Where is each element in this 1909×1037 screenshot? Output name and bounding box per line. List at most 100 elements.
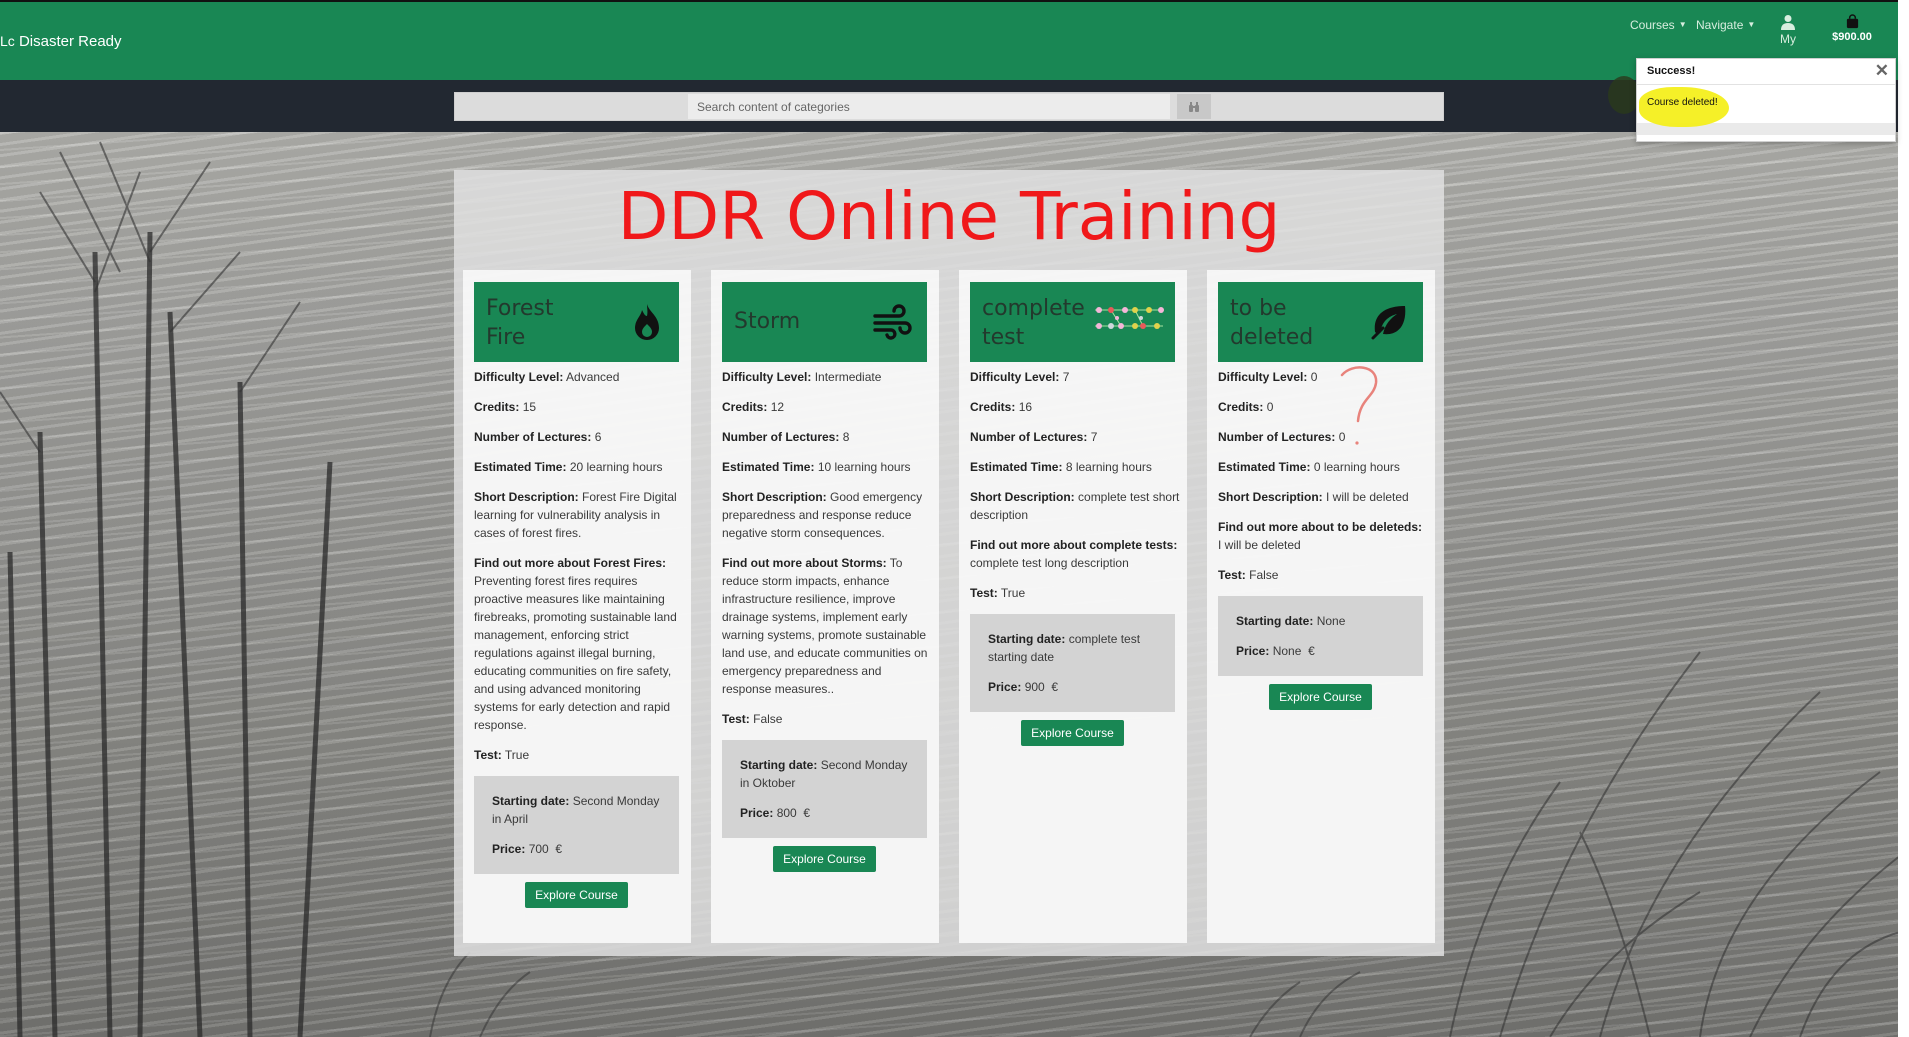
start-date-label: Starting date: <box>492 794 570 808</box>
course-title: to be deleted <box>1230 296 1314 350</box>
difficulty-row: Difficulty Level: 7 <box>970 368 1180 386</box>
nav-navigate-dropdown[interactable]: Navigate ▼ <box>1696 18 1755 32</box>
time-value: 8 learning hours <box>1065 460 1152 474</box>
more-description-label: Find out more about Storms: <box>722 556 887 570</box>
explore-course-button[interactable]: Explore Course <box>773 846 876 872</box>
course-card-body: Difficulty Level: 7 Credits: 16 Number o… <box>970 368 1180 746</box>
currency-symbol: € <box>803 806 811 820</box>
more-description: Find out more about Forest Fires: Preven… <box>474 554 684 734</box>
caret-down-icon: ▼ <box>1678 20 1687 29</box>
difficulty-label: Difficulty Level: <box>970 370 1060 384</box>
course-card: Forest Fire Difficulty Level: Advanced C… <box>463 270 691 943</box>
credits-value: 12 <box>770 400 785 414</box>
course-card-header: Storm <box>722 282 927 362</box>
test-row: Test: True <box>970 584 1180 602</box>
course-card: Storm Difficulty Level: Intermediate Cre… <box>711 270 939 943</box>
explore-course-button[interactable]: Explore Course <box>1269 684 1372 710</box>
price-label: Price: <box>1236 644 1270 658</box>
start-date-row: Starting date: complete test starting da… <box>988 630 1157 666</box>
start-date-row: Starting date: None <box>1236 612 1405 630</box>
test-row: Test: False <box>1218 566 1428 584</box>
course-title: Storm <box>734 309 801 334</box>
currency-symbol: € <box>1051 680 1059 694</box>
course-title: complete test <box>982 296 1085 350</box>
time-label: Estimated Time: <box>970 460 1063 474</box>
time-value: 0 learning hours <box>1313 460 1400 474</box>
test-value: False <box>753 712 783 726</box>
more-description-text: I will be deleted <box>1218 538 1301 552</box>
course-info-box: Starting date: None Price: None € <box>1218 596 1423 676</box>
search-input[interactable] <box>688 94 1170 119</box>
difficulty-label: Difficulty Level: <box>722 370 812 384</box>
course-info-box: Starting date: complete test starting da… <box>970 614 1175 712</box>
lectures-label: Number of Lectures: <box>474 430 592 444</box>
short-description: Short Description: Good emergency prepar… <box>722 488 932 542</box>
more-description: Find out more about to be deleteds: I wi… <box>1218 518 1428 554</box>
price-label: Price: <box>988 680 1022 694</box>
credits-row: Credits: 0 <box>1218 398 1428 416</box>
explore-course-button[interactable]: Explore Course <box>525 882 628 908</box>
difficulty-label: Difficulty Level: <box>1218 370 1308 384</box>
more-description-text: complete test long description <box>970 556 1129 570</box>
start-date-row: Starting date: Second Monday in Oktober <box>740 756 909 792</box>
lectures-label: Number of Lectures: <box>722 430 840 444</box>
nav-courses-label: Courses <box>1630 18 1675 32</box>
time-row: Estimated Time: 8 learning hours <box>970 458 1180 476</box>
search-button[interactable] <box>1177 94 1211 119</box>
price-row: Price: None € <box>1236 642 1405 660</box>
course-title: Forest Fire <box>486 296 554 350</box>
time-value: 20 learning hours <box>569 460 663 474</box>
close-icon[interactable]: ✕ <box>1875 62 1889 80</box>
caret-down-icon: ▼ <box>1747 20 1756 29</box>
explore-course-button[interactable]: Explore Course <box>1021 720 1124 746</box>
test-value: True <box>1000 586 1026 600</box>
diagram-image <box>1095 307 1164 329</box>
credits-value: 15 <box>522 400 537 414</box>
nav-cart[interactable]: $900.00 <box>1822 14 1882 43</box>
test-value: False <box>1249 568 1279 582</box>
test-label: Test: <box>1218 568 1246 582</box>
time-label: Estimated Time: <box>474 460 567 474</box>
binoculars-icon <box>1189 101 1199 112</box>
credits-value: 16 <box>1018 400 1033 414</box>
start-date-label: Starting date: <box>988 632 1066 646</box>
price-label: Price: <box>740 806 774 820</box>
nav-navigate-label: Navigate <box>1696 18 1744 32</box>
lectures-row: Number of Lectures: 6 <box>474 428 684 446</box>
brand-link[interactable]: Lc Disaster Ready <box>0 33 122 50</box>
lectures-value: 8 <box>842 430 850 444</box>
currency-symbol: € <box>1308 644 1315 658</box>
time-label: Estimated Time: <box>722 460 815 474</box>
lectures-row: Number of Lectures: 7 <box>970 428 1180 446</box>
time-row: Estimated Time: 10 learning hours <box>722 458 932 476</box>
price-value: None <box>1272 644 1302 658</box>
lectures-row: Number of Lectures: 8 <box>722 428 932 446</box>
lectures-value: 7 <box>1090 430 1098 444</box>
brand-text: Disaster Ready <box>18 33 122 50</box>
lectures-row: Number of Lectures: 0 <box>1218 428 1428 446</box>
more-description-label: Find out more about to be deleteds: <box>1218 520 1422 534</box>
credits-row: Credits: 16 <box>970 398 1180 416</box>
course-info-box: Starting date: Second Monday in Oktober … <box>722 740 927 838</box>
price-value: 900 <box>1024 680 1045 694</box>
difficulty-row: Difficulty Level: Intermediate <box>722 368 932 386</box>
short-description: Short Description: I will be deleted <box>1218 488 1428 506</box>
more-description: Find out more about Storms: To reduce st… <box>722 554 932 698</box>
nav-courses-dropdown[interactable]: Courses ▼ <box>1630 18 1687 32</box>
difficulty-label: Difficulty Level: <box>474 370 564 384</box>
start-date-value: None <box>1316 614 1346 628</box>
course-card-header: Forest Fire <box>474 282 679 362</box>
more-description: Find out more about complete tests: comp… <box>970 536 1180 572</box>
credits-row: Credits: 15 <box>474 398 684 416</box>
course-card: to be deleted Difficulty Level: 0 Credit… <box>1207 270 1435 943</box>
price-value: 800 <box>776 806 797 820</box>
test-label: Test: <box>970 586 998 600</box>
more-description-label: Find out more about Forest Fires: <box>474 556 667 570</box>
window-edge <box>1898 0 1909 1037</box>
course-card-body: Difficulty Level: Intermediate Credits: … <box>722 368 932 872</box>
nav-my-account[interactable]: My <box>1774 14 1802 46</box>
credits-label: Credits: <box>722 400 768 414</box>
question-mark-annotation <box>1340 366 1378 445</box>
start-date-label: Starting date: <box>740 758 818 772</box>
difficulty-row: Difficulty Level: 0 <box>1218 368 1428 386</box>
